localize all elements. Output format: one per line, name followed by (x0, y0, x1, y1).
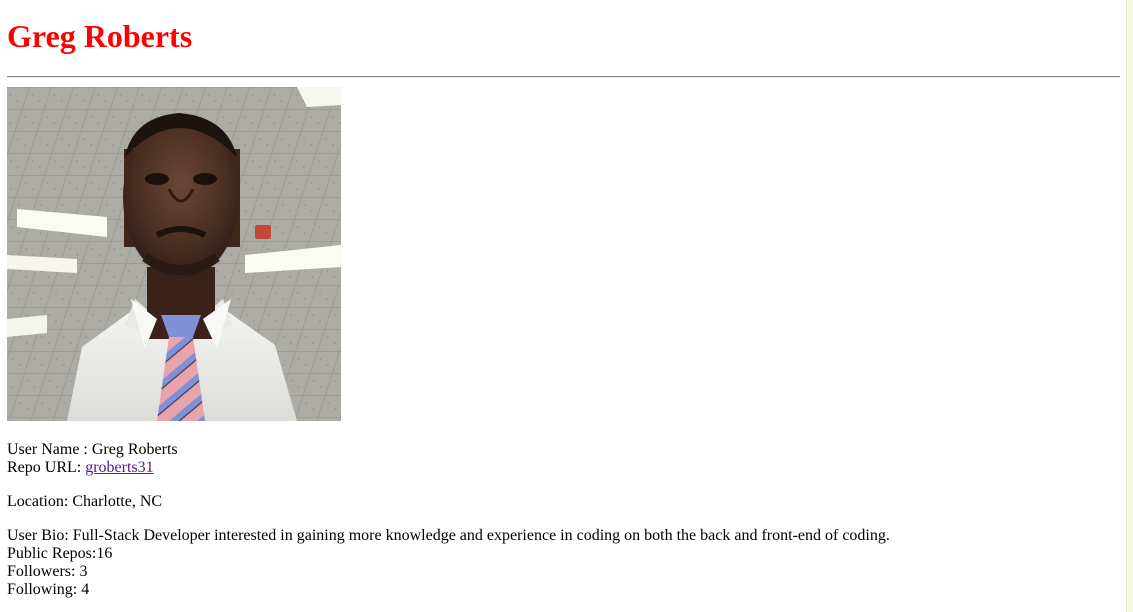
window-right-edge (1126, 0, 1133, 612)
following-count: 4 (81, 581, 90, 598)
user-bio-line: User Bio: Full-Stack Developer intereste… (7, 527, 890, 545)
repo-link[interactable]: groberts31 (85, 459, 153, 476)
public-repos-count: 16 (96, 545, 113, 562)
public-repos-line: Public Repos:16 (7, 545, 112, 563)
horizontal-divider (7, 76, 1120, 78)
location-line: Location: Charlotte, NC (7, 493, 162, 511)
user-bio-value: Full-Stack Developer interested in gaini… (72, 527, 890, 544)
user-name-value: Greg Roberts (91, 441, 178, 458)
page-title: Greg Roberts (7, 18, 193, 54)
followers-line: Followers: 3 (7, 563, 87, 581)
followers-label: Followers: (7, 563, 80, 580)
following-line: Following: 4 (7, 581, 89, 599)
location-value: Charlotte, NC (72, 493, 163, 510)
public-repos-label: Public Repos: (7, 545, 97, 562)
user-bio-label: User Bio: (7, 527, 73, 544)
followers-count: 3 (79, 563, 88, 580)
following-label: Following: (7, 581, 82, 598)
repo-url-line: Repo URL: groberts31 (7, 459, 154, 477)
avatar (7, 87, 341, 421)
location-label: Location: (7, 493, 73, 510)
user-name-line: User Name : Greg Roberts (7, 441, 178, 459)
user-name-label: User Name : (7, 441, 92, 458)
repo-url-label: Repo URL: (7, 459, 86, 476)
